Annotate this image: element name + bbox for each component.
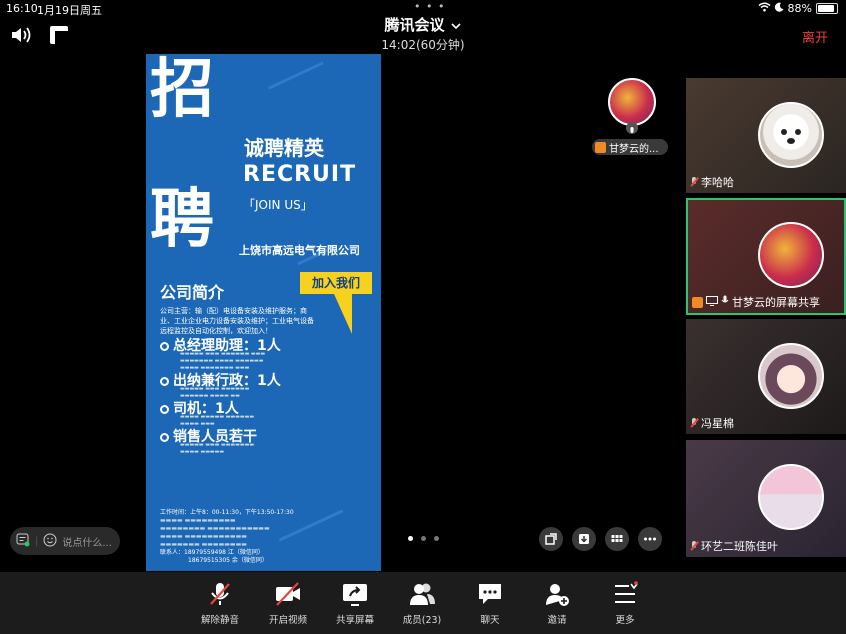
mic-icon [626, 122, 638, 134]
mic-icon [721, 295, 729, 309]
chat-icon [475, 580, 505, 608]
chat-placeholder[interactable]: 说点什么... [62, 534, 112, 549]
participant-name: 李哈哈 [690, 174, 734, 190]
page-dot[interactable] [434, 536, 439, 541]
chat-input-bar[interactable]: | 说点什么... [10, 527, 120, 555]
participant-tile[interactable]: 冯星棉 [686, 319, 846, 434]
shared-screen-poster: 招 聘 诚聘精英 RECRUIT 「JOIN US」 上饶市高远电气有限公司 公… [146, 54, 381, 571]
more-options-icon[interactable] [638, 527, 662, 551]
participant-tile[interactable]: 李哈哈 [686, 78, 846, 193]
poster-intro-title: 公司简介 [160, 283, 225, 302]
mic-muted-icon [690, 177, 698, 187]
chat-button[interactable]: 聊天 [460, 580, 520, 626]
multitask-dots[interactable]: • • • [414, 0, 445, 13]
more-icon [610, 580, 640, 608]
poster-stripe [268, 61, 324, 90]
camera-off-icon [273, 580, 303, 608]
poster-footer-line: 18679515305 余（微信同） [188, 557, 268, 564]
avatar [758, 102, 824, 168]
active-speaker-label: 甘梦云的... [592, 139, 668, 155]
poster-footer-filler: ▬▬▬▬ ▬▬▬▬▬▬▬▬▬ ▬▬▬▬▬▬▬▬ ▬▬▬▬▬▬▬▬▬▬▬ ▬▬▬▬ ▬… [160, 517, 270, 548]
screen-share-icon [706, 295, 718, 309]
circle-icon [160, 341, 169, 351]
poster-big-char-2: 聘 [150, 182, 214, 257]
battery-level [818, 5, 834, 12]
battery-icon [816, 3, 838, 14]
poster-position: 总经理助理：1人 [160, 339, 365, 353]
poster-position-detail: ▬▬▬▬▬ ▬▬▬ ▬▬▬▬▬▬ ▬▬▬▬▬▬ ▬▬▬▬ ▬▬ [180, 386, 250, 399]
host-icon [692, 296, 703, 308]
share-screen-icon [340, 580, 370, 608]
poster-intro-text: 公司主营：输（配）电设备安装及维护服务；商业、工业企业电力设备安装及维护；工业电… [160, 306, 365, 456]
participant-name: 环艺二班陈佳叶 [690, 538, 778, 554]
participant-name: 甘梦云的屏幕共享 [692, 294, 820, 310]
minimize-window-icon[interactable] [539, 527, 563, 551]
divider: | [35, 535, 39, 547]
avatar [758, 464, 824, 530]
poster-position-detail: ▬▬▬▬ ▬▬▬▬▬ ▬▬▬▬▬▬ ▬▬▬▬ ▬▬▬ [180, 414, 255, 427]
avatar [758, 343, 824, 409]
poster-big-char-1: 招 [150, 54, 214, 127]
poster-position: 销售人员若干 [160, 430, 365, 444]
mic-muted-icon [690, 418, 698, 428]
leave-button[interactable]: 离开 [802, 27, 828, 46]
circle-icon [160, 432, 169, 442]
meeting-title[interactable]: 腾讯会议 [384, 16, 444, 34]
poster-footer: 工作时间：上午8：00-11:30，下午13:50-17:30 ▬▬▬▬ ▬▬▬… [160, 509, 370, 565]
poster-company: 上饶市高远电气有限公司 [239, 244, 360, 257]
bottom-toolbar: 解除静音 开启视频 共享屏幕 成员(23) 聊天 邀请 更多 [0, 572, 846, 634]
invite-button[interactable]: 邀请 [527, 580, 587, 626]
unmute-button[interactable]: 解除静音 [190, 580, 250, 626]
avatar [758, 222, 824, 288]
circle-icon [160, 404, 169, 414]
emoji-icon[interactable] [43, 533, 57, 550]
mic-muted-icon [205, 580, 235, 608]
poster-footer-line: 工作时间：上午8：00-11:30，下午13:50-17:30 [160, 509, 294, 516]
start-video-button[interactable]: 开启视频 [258, 580, 318, 626]
participant-tile-active[interactable]: 甘梦云的屏幕共享 [686, 198, 846, 315]
poster-recruit: RECRUIT [243, 162, 357, 187]
members-button[interactable]: 成员(23) [392, 580, 452, 626]
host-icon [595, 141, 606, 153]
poster-position-detail: ▬▬▬▬▬ ▬▬▬ ▬▬▬▬▬▬▬ ▬▬▬▬ ▬▬▬▬▬ [180, 442, 255, 455]
page-dot[interactable] [421, 536, 426, 541]
poster-footer-line: 联系人：18979559498 江（微信同） [160, 549, 264, 556]
meeting-timer: 14:02(60分钟) [381, 38, 465, 52]
share-screen-button[interactable]: 共享屏幕 [325, 580, 385, 626]
poster-slogan: 诚聘精英 [244, 136, 324, 160]
participant-name: 冯星棉 [690, 415, 734, 431]
page-dot-active[interactable] [408, 536, 413, 541]
active-speaker-avatar[interactable] [608, 78, 656, 126]
poster-position: 司机：1人 [160, 402, 365, 416]
chat-list-icon[interactable] [16, 533, 30, 550]
participant-tile[interactable]: 环艺二班陈佳叶 [686, 440, 846, 557]
poster-intro-paragraph: 公司主营：输（配）电设备安装及维护服务；商业、工业企业电力设备安装及维护；工业电… [160, 307, 314, 335]
chevron-down-icon[interactable] [450, 15, 462, 34]
poster-position-detail: ▬▬▬▬▬ ▬▬▬ ▬▬▬▬▬▬ ▬▬▬ ▬▬▬▬▬▬▬ ▬▬▬▬ ▬▬▬▬▬▬ ▬… [180, 351, 266, 371]
poster-joinus: 「JOIN US」 [243, 198, 313, 212]
more-button[interactable]: 更多 [595, 580, 655, 626]
invite-icon [542, 580, 572, 608]
mic-muted-icon [690, 541, 698, 551]
members-icon [407, 580, 437, 608]
poster-position: 出纳兼行政：1人 [160, 374, 365, 388]
meeting-title-wrap[interactable]: 腾讯会议 [0, 14, 846, 35]
circle-icon [160, 376, 169, 386]
download-icon[interactable] [572, 527, 596, 551]
grid-view-icon[interactable] [605, 527, 629, 551]
poster-join-badge: 加入我们 [300, 272, 372, 294]
